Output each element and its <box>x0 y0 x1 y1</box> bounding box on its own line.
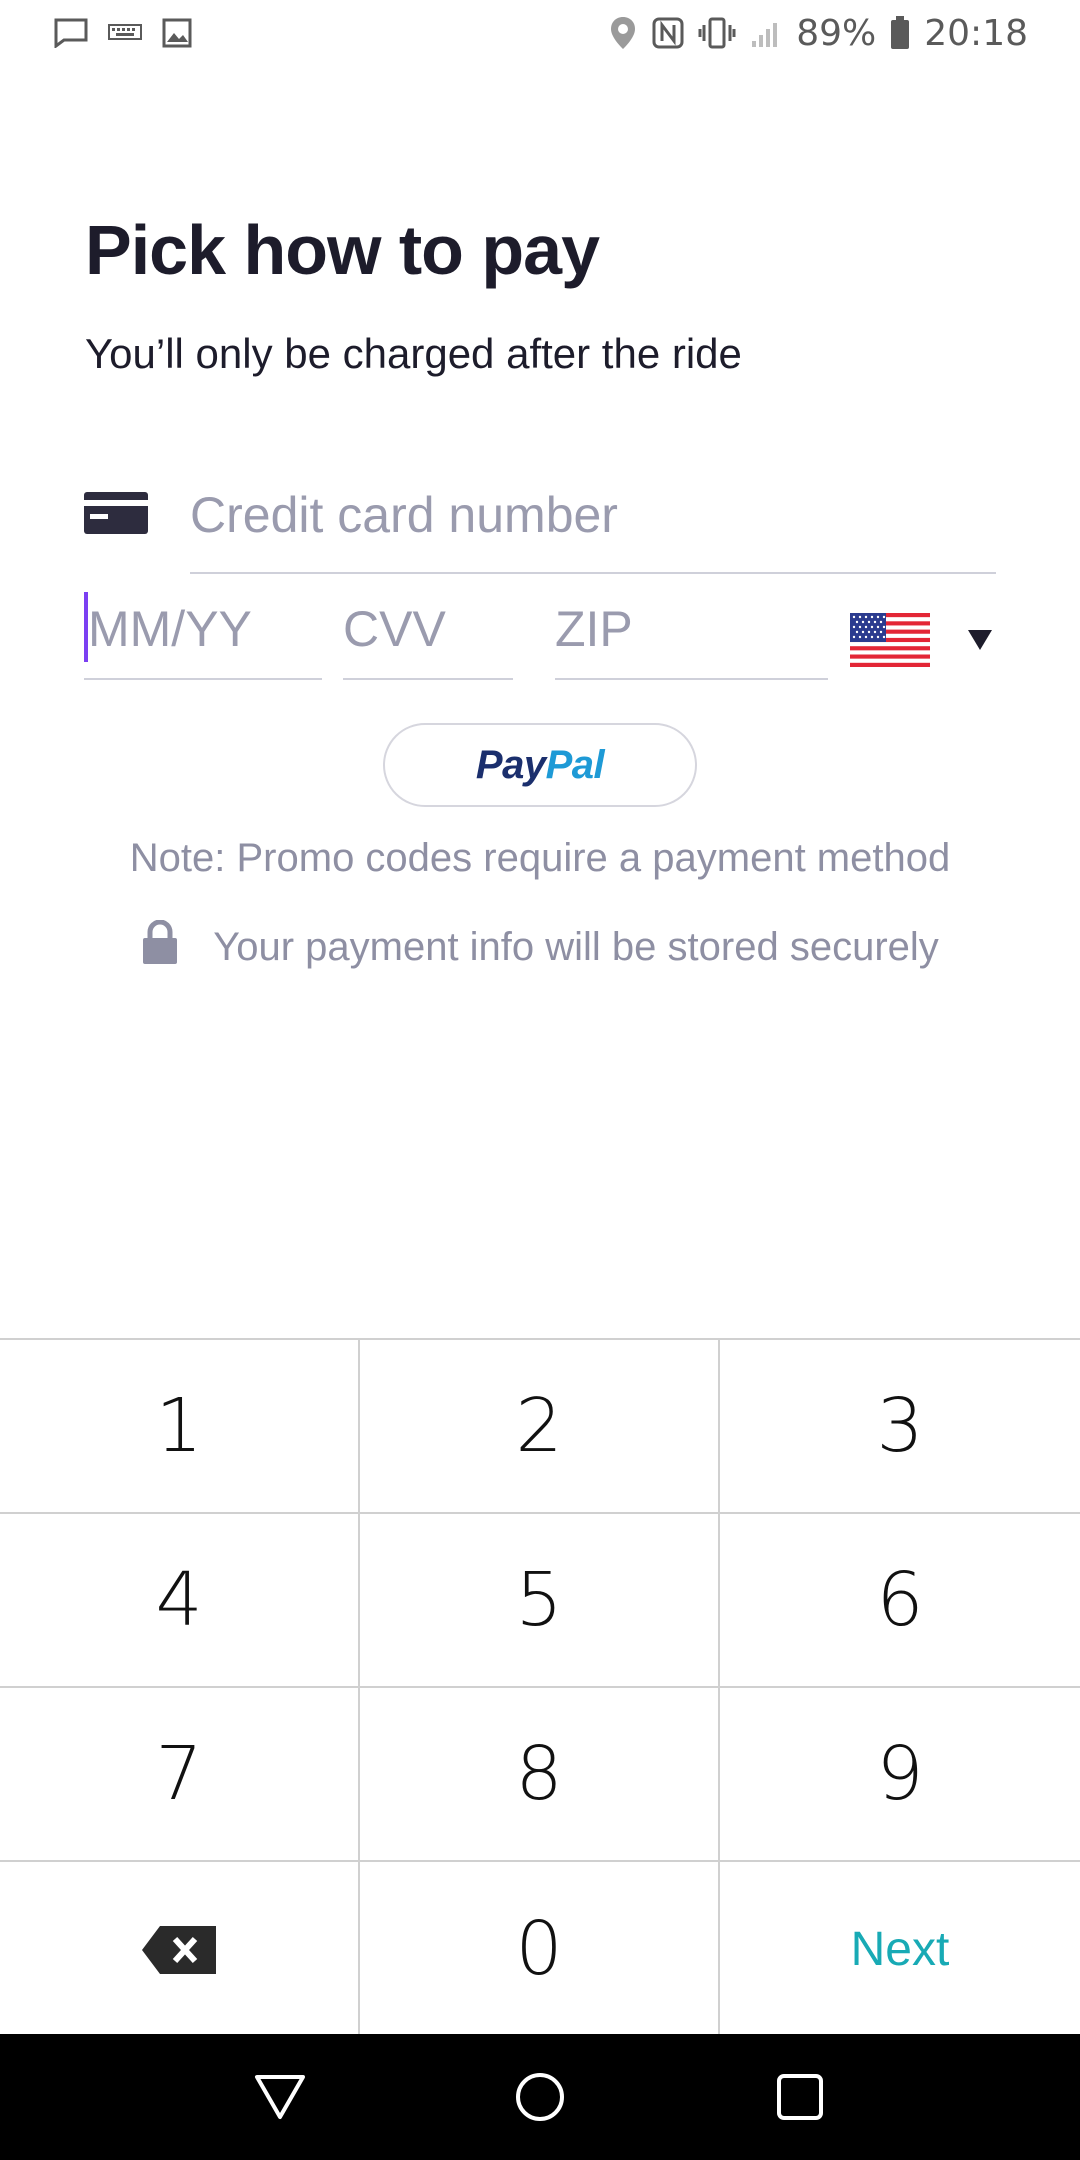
expiry-placeholder: MM/YY <box>88 601 252 657</box>
dropdown-arrow-icon <box>968 630 992 650</box>
country-selector[interactable] <box>850 612 1000 668</box>
home-nav-button[interactable] <box>490 2047 590 2147</box>
next-key[interactable]: Next <box>720 1862 1080 2036</box>
zip-input[interactable]: ZIP <box>555 592 828 680</box>
location-icon <box>608 15 638 51</box>
credit-card-icon <box>84 492 148 534</box>
paypal-label-pal: Pal <box>545 742 605 787</box>
key-9[interactable]: 9 <box>720 1688 1080 1862</box>
lock-icon <box>141 919 179 974</box>
battery-percent: 89% <box>796 12 877 54</box>
key-5[interactable]: 5 <box>360 1514 720 1688</box>
key-0[interactable]: 0 <box>360 1862 720 2036</box>
paypal-button[interactable]: Pay Pal <box>383 723 697 807</box>
numeric-keypad: 1 2 3 4 5 6 7 8 9 0 Next <box>0 1338 1080 2036</box>
cvv-input[interactable]: CVV <box>343 592 513 680</box>
image-icon <box>162 18 192 48</box>
promo-note: Note: Promo codes require a payment meth… <box>129 836 951 880</box>
us-flag-icon <box>850 613 930 667</box>
secure-info: Your payment info will be stored securel… <box>0 919 1080 974</box>
expiry-input[interactable]: MM/YY <box>84 592 322 680</box>
key-1[interactable]: 1 <box>0 1340 360 1514</box>
key-2[interactable]: 2 <box>360 1340 720 1514</box>
page-subtitle: You’ll only be charged after the ride <box>85 330 742 377</box>
key-8[interactable]: 8 <box>360 1688 720 1862</box>
keyboard-icon <box>108 21 142 45</box>
recents-square-icon <box>777 2074 823 2120</box>
backspace-key[interactable] <box>0 1862 360 2036</box>
key-3[interactable]: 3 <box>720 1340 1080 1514</box>
page-title: Pick how to pay <box>85 211 600 289</box>
backspace-icon <box>142 1906 216 1992</box>
home-circle-icon <box>516 2073 564 2121</box>
secure-text: Your payment info will be stored securel… <box>213 924 939 969</box>
text-caret <box>84 592 88 662</box>
back-nav-button[interactable] <box>230 2047 330 2147</box>
status-bar: 89% 20:18 <box>0 0 1080 66</box>
payment-screen: 89% 20:18 Pick how to pay You’ll only be… <box>0 0 1080 2160</box>
card-number-input[interactable]: Credit card number <box>190 480 996 574</box>
message-icon <box>54 18 88 48</box>
back-triangle-icon <box>255 2075 305 2119</box>
key-6[interactable]: 6 <box>720 1514 1080 1688</box>
nfc-icon <box>652 17 684 49</box>
vibrate-icon <box>698 17 736 49</box>
navigation-bar <box>0 2034 1080 2160</box>
key-7[interactable]: 7 <box>0 1688 360 1862</box>
clock: 20:18 <box>924 12 1028 54</box>
paypal-label-pay: Pay <box>475 742 546 787</box>
signal-icon <box>750 17 782 49</box>
battery-icon <box>890 16 910 50</box>
recents-nav-button[interactable] <box>750 2047 850 2147</box>
key-4[interactable]: 4 <box>0 1514 360 1688</box>
